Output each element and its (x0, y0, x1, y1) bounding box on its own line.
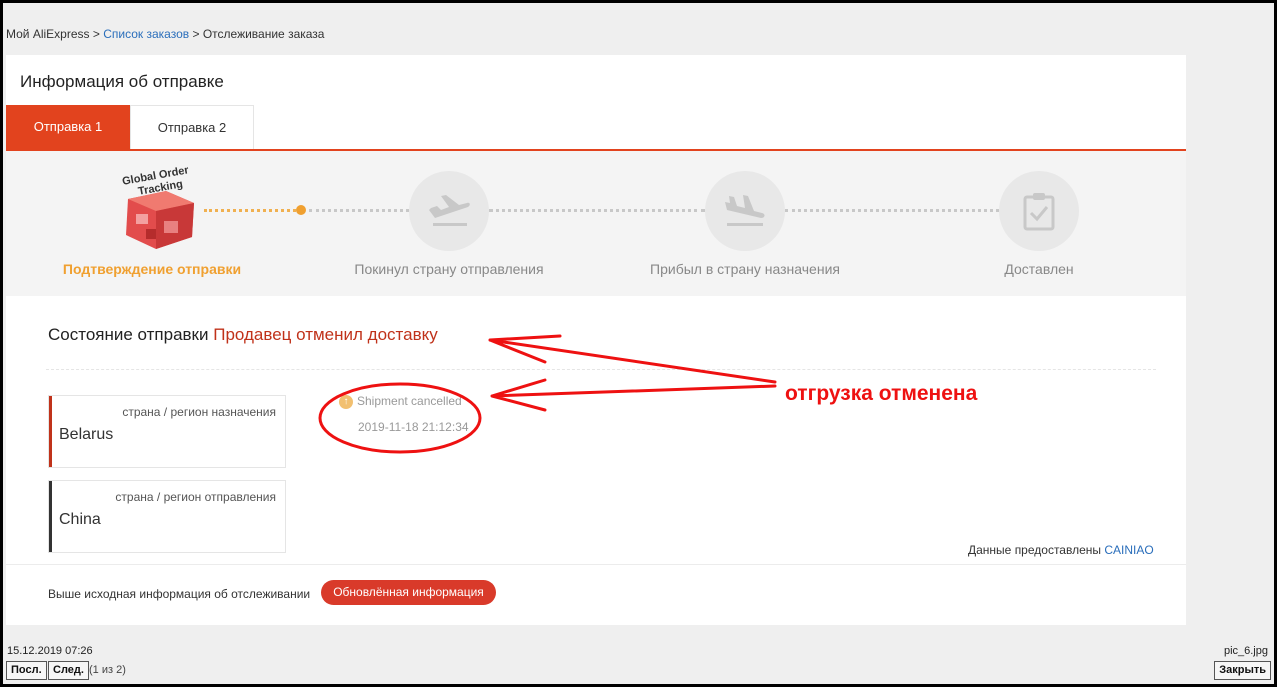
shipment-tabs: Отправка 1 Отправка 2 (6, 105, 1186, 149)
plane-arrival-icon (705, 171, 785, 251)
tracking-progress: Global Order Tracking Подтверждение отпр… (6, 151, 1186, 296)
destination-sublabel: страна / регион назначения (122, 405, 276, 419)
shipment-info-panel: Информация об отправке Отправка 1 Отправ… (6, 55, 1186, 625)
tab-shipment-1[interactable]: Отправка 1 (6, 105, 130, 149)
page-title: Информация об отправке (20, 72, 224, 91)
plane-departure-icon (409, 171, 489, 251)
event-text: Shipment cancelled (357, 394, 462, 408)
breadcrumb-current: Отслеживание заказа (202, 27, 325, 41)
origin-sublabel: страна / регион отправления (115, 490, 276, 504)
step-label-delivered: Доставлен (1004, 261, 1074, 277)
provider-label: Данные предоставлены (968, 543, 1102, 557)
card-accent-bar (49, 481, 52, 552)
step-label-confirmed: Подтверждение отправки (62, 261, 242, 277)
tracking-event: ↑ Shipment cancelled 2019-11-18 21:12:34 (339, 394, 469, 434)
breadcrumb-separator: > (92, 27, 100, 41)
divider (6, 564, 1186, 565)
progress-dots (489, 209, 705, 212)
page-counter: (1 из 2) (89, 664, 126, 676)
image-filename: pic_6.jpg (1223, 645, 1268, 657)
breadcrumb-root[interactable]: Мой AliExpress (6, 27, 90, 41)
step-label-arrived: Прибыл в страну назначения (650, 261, 840, 277)
origin-card: страна / регион отправления China (48, 480, 286, 553)
data-provider: Данные предоставлены CAINIAO (968, 543, 1154, 557)
breadcrumb-separator: > (192, 27, 200, 41)
clipboard-check-icon (999, 171, 1079, 251)
updated-info-button[interactable]: Обновлённая информация (321, 580, 496, 605)
step-label-departed: Покинул страну отправления (354, 261, 544, 277)
shipment-status: Состояние отправки Продавец отменил дост… (48, 325, 438, 345)
event-time: 2019-11-18 21:12:34 (358, 420, 469, 434)
progress-dots (785, 209, 999, 212)
tab-shipment-2[interactable]: Отправка 2 (130, 105, 254, 149)
footer-text: Выше исходная информация об отслеживании (48, 587, 311, 601)
provider-link[interactable]: CAINIAO (1104, 543, 1153, 557)
close-button[interactable]: Закрыть (1214, 661, 1271, 680)
breadcrumb: Мой AliExpress > Список заказов > Отслеж… (6, 27, 324, 41)
status-label: Состояние отправки (48, 325, 209, 344)
up-arrow-icon: ↑ (339, 394, 353, 409)
progress-dots-done (204, 209, 296, 212)
breadcrumb-orders-link[interactable]: Список заказов (103, 27, 189, 41)
destination-card: страна / регион назначения Belarus (48, 395, 286, 468)
progress-dots (309, 209, 409, 212)
next-button[interactable]: След. (48, 661, 89, 680)
origin-country: China (59, 511, 101, 528)
prev-button[interactable]: Посл. (6, 661, 47, 680)
global-order-tracking-logo: Global Order Tracking (106, 159, 206, 254)
image-date: 15.12.2019 07:26 (7, 645, 93, 657)
status-value: Продавец отменил доставку (213, 325, 438, 344)
destination-country: Belarus (59, 426, 114, 443)
card-accent-bar (49, 396, 52, 467)
image-viewer-frame: Мой AliExpress > Список заказов > Отслеж… (3, 3, 1274, 684)
annotation-text: отгрузка отменена (785, 382, 978, 405)
divider (46, 369, 1156, 370)
current-step-dot (296, 205, 306, 215)
